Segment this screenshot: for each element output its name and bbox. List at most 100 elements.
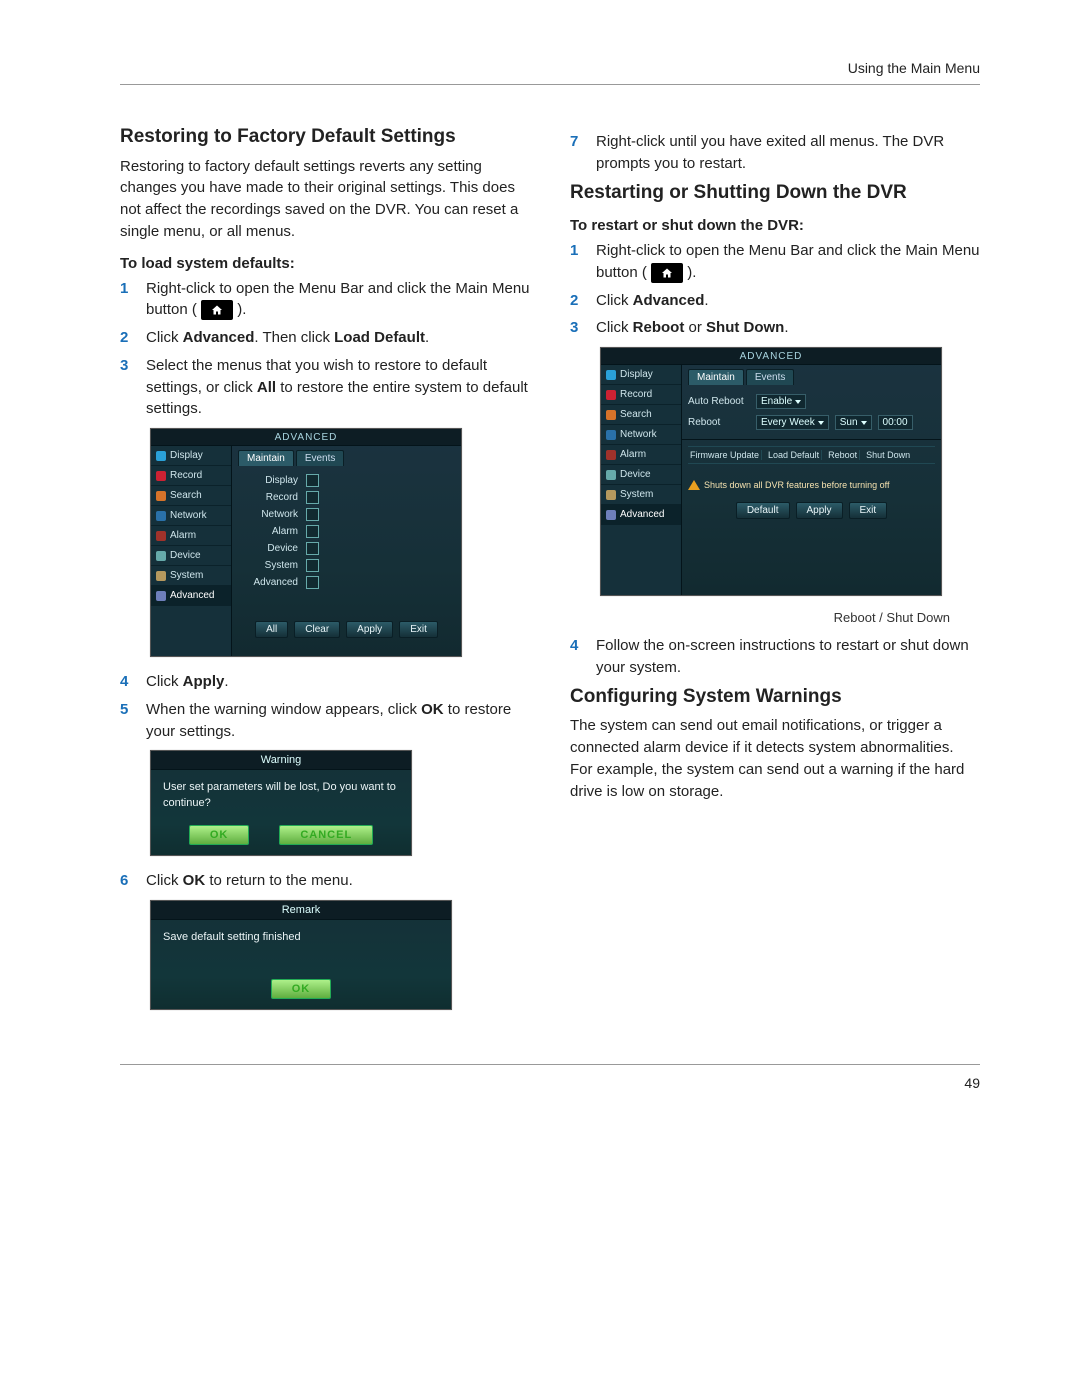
system-warnings-text: The system can send out email notificati…	[570, 715, 980, 802]
heading-restart-shutdown: Restarting or Shutting Down the DVR	[570, 181, 980, 206]
auto-reboot-dropdown[interactable]: Enable	[756, 394, 806, 409]
checkbox-network[interactable]	[306, 508, 319, 521]
default-button[interactable]: Default	[736, 502, 790, 519]
step-5: 5 When the warning window appears, click…	[120, 699, 530, 743]
checkbox-alarm[interactable]	[306, 525, 319, 538]
firmware-update-button[interactable]: Firmware Update	[688, 450, 762, 460]
advanced-sidebar[interactable]: Display Record Search Network Alarm Devi…	[601, 365, 682, 595]
warning-title: Warning	[151, 751, 411, 770]
step-number: 6	[120, 870, 134, 892]
step-text: Right-click to open the Menu Bar and cli…	[146, 278, 530, 322]
page: Using the Main Menu Restoring to Factory…	[0, 0, 1080, 1397]
subheading-load-defaults: To load system defaults:	[120, 255, 530, 272]
system-icon	[606, 490, 616, 500]
step-4: 4 Click Apply.	[120, 671, 530, 693]
left-column: Restoring to Factory Default Settings Re…	[120, 125, 530, 1024]
screenshot-remark-dialog: Remark Save default setting finished OK	[150, 900, 452, 1010]
step-text: Click Advanced. Then click Load Default.	[146, 327, 530, 349]
apply-button[interactable]: Apply	[796, 502, 843, 519]
cancel-button[interactable]: CANCEL	[279, 825, 373, 845]
function-buttons-row: Firmware Update Load Default Reboot Shut…	[688, 446, 935, 464]
all-button[interactable]: All	[255, 621, 288, 638]
apply-button[interactable]: Apply	[346, 621, 393, 638]
reboot-day-dropdown[interactable]: Sun	[835, 415, 872, 430]
remark-body: Save default setting finished	[151, 920, 451, 951]
step-number: 4	[570, 635, 584, 679]
checkbox-system[interactable]	[306, 559, 319, 572]
exit-button[interactable]: Exit	[849, 502, 888, 519]
step-number: 1	[570, 240, 584, 284]
advanced-main-panel: Maintain Events Display Record Network A…	[232, 446, 461, 656]
chevron-down-icon	[795, 400, 801, 404]
heading-system-warnings: Configuring System Warnings	[570, 685, 980, 710]
record-icon	[606, 390, 616, 400]
step-number: 3	[120, 355, 134, 420]
heading-restoring: Restoring to Factory Default Settings	[120, 125, 530, 150]
dialog-title: ADVANCED	[151, 429, 461, 446]
search-icon	[156, 491, 166, 501]
step-1: 1 Right-click to open the Menu Bar and c…	[120, 278, 530, 322]
tab-maintain[interactable]: Maintain	[238, 450, 294, 466]
ok-button[interactable]: OK	[271, 979, 332, 999]
display-icon	[156, 451, 166, 461]
display-icon	[606, 370, 616, 380]
tab-maintain[interactable]: Maintain	[688, 369, 744, 385]
step-2: 2 Click Advanced.	[570, 290, 980, 312]
step-4: 4 Follow the on-screen instructions to r…	[570, 635, 980, 679]
advanced-icon	[156, 591, 166, 601]
device-icon	[156, 551, 166, 561]
right-column: 7 Right-click until you have exited all …	[570, 125, 980, 1024]
load-default-button[interactable]: Load Default	[766, 450, 822, 460]
step-text: Select the menus that you wish to restor…	[146, 355, 530, 420]
header-running-title: Using the Main Menu	[120, 60, 980, 76]
auto-reboot-label: Auto Reboot	[688, 396, 750, 407]
clear-button[interactable]: Clear	[294, 621, 340, 638]
step-7: 7 Right-click until you have exited all …	[570, 131, 980, 175]
system-icon	[156, 571, 166, 581]
reboot-freq-dropdown[interactable]: Every Week	[756, 415, 829, 430]
reboot-time-field[interactable]: 00:00	[878, 415, 913, 430]
step-1: 1 Right-click to open the Menu Bar and c…	[570, 240, 980, 284]
step-number: 7	[570, 131, 584, 175]
network-icon	[156, 511, 166, 521]
advanced-sidebar[interactable]: Display Record Search Network Alarm Devi…	[151, 446, 232, 656]
alarm-icon	[606, 450, 616, 460]
search-icon	[606, 410, 616, 420]
tab-events[interactable]: Events	[296, 450, 345, 466]
home-icon	[201, 300, 233, 320]
step-2: 2 Click Advanced. Then click Load Defaul…	[120, 327, 530, 349]
warning-body: User set parameters will be lost, Do you…	[151, 770, 411, 817]
checkbox-device[interactable]	[306, 542, 319, 555]
shut-down-button[interactable]: Shut Down	[864, 450, 912, 460]
screenshot-advanced-maintain: ADVANCED Display Record Search Network A…	[600, 347, 942, 596]
subheading-restart-shutdown: To restart or shut down the DVR:	[570, 217, 980, 234]
tab-events[interactable]: Events	[746, 369, 795, 385]
screenshot-warning-dialog: Warning User set parameters will be lost…	[150, 750, 412, 856]
step-number: 4	[120, 671, 134, 693]
remark-title: Remark	[151, 901, 451, 920]
step-number: 3	[570, 317, 584, 339]
dialog-title: ADVANCED	[601, 348, 941, 365]
exit-button[interactable]: Exit	[399, 621, 438, 638]
device-icon	[606, 470, 616, 480]
reboot-label: Reboot	[688, 417, 750, 428]
page-number: 49	[120, 1075, 980, 1091]
figure-caption: Reboot / Shut Down	[570, 610, 950, 625]
step-number: 1	[120, 278, 134, 322]
checkbox-record[interactable]	[306, 491, 319, 504]
screenshot-advanced-load-default: ADVANCED Display Record Search Network A…	[150, 428, 462, 657]
ok-button[interactable]: OK	[189, 825, 250, 845]
step-6: 6 Click OK to return to the menu.	[120, 870, 530, 892]
home-icon	[651, 263, 683, 283]
checkbox-display[interactable]	[306, 474, 319, 487]
checkbox-advanced[interactable]	[306, 576, 319, 589]
intro-text: Restoring to factory default settings re…	[120, 156, 530, 243]
top-rule	[120, 84, 980, 85]
advanced-main-panel: Maintain Events Auto Reboot Enable Reboo…	[682, 365, 941, 595]
record-icon	[156, 471, 166, 481]
steps-list-left: 1 Right-click to open the Menu Bar and c…	[120, 278, 530, 421]
step-number: 2	[120, 327, 134, 349]
shutdown-warning-note: Shuts down all DVR features before turni…	[688, 480, 935, 490]
reboot-button[interactable]: Reboot	[826, 450, 860, 460]
bottom-rule	[120, 1064, 980, 1065]
